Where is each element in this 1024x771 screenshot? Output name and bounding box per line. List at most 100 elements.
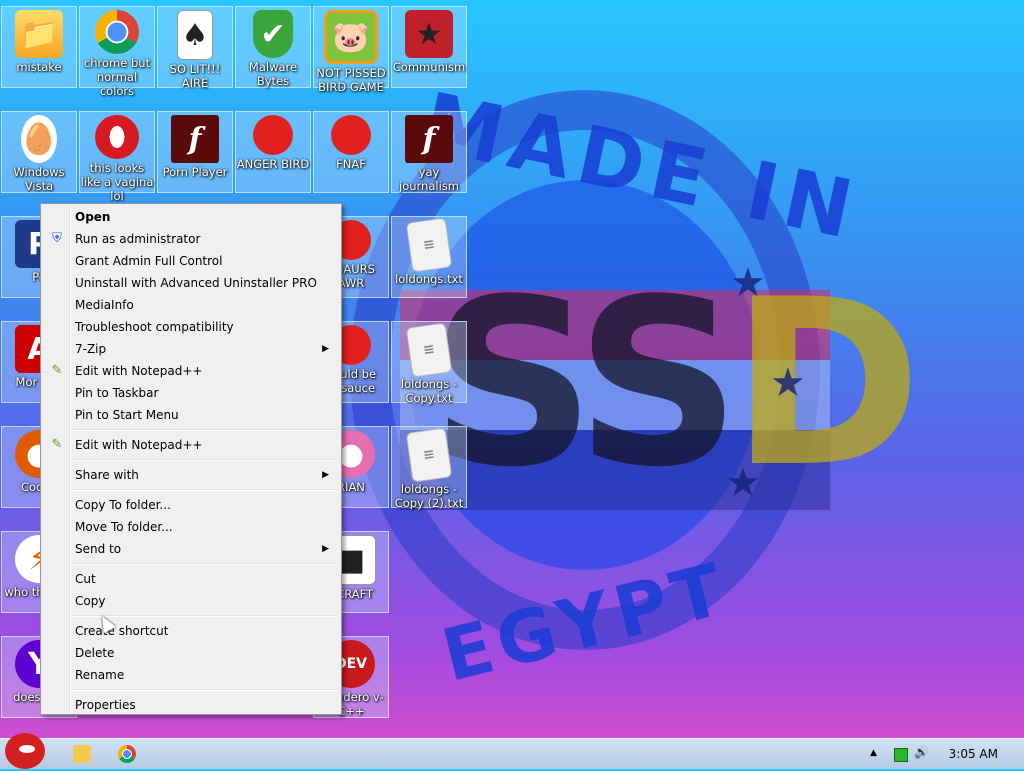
menu-separator (73, 429, 337, 431)
menu-item-label: 7-Zip (75, 342, 107, 356)
egg-icon: 🥚 (20, 115, 58, 163)
desktop-icon-windows-vista[interactable]: 🥚 Windows Vista (1, 111, 77, 193)
system-tray: ▲ 🔊 3:05 AM (854, 739, 1024, 769)
desktop-icon-label: loldongs.txt (395, 272, 463, 286)
taskbar-explorer-button[interactable] (70, 743, 94, 765)
menu-item-label: Move To folder... (75, 520, 173, 534)
desktop-icon-label: chrome but normal colors (83, 56, 151, 98)
flash-icon: f (405, 115, 453, 163)
network-icon[interactable] (894, 748, 908, 762)
menu-item-label: Cut (75, 572, 96, 586)
start-button[interactable] (2, 733, 48, 771)
angry-bird-start-icon (5, 733, 45, 769)
menu-separator (73, 459, 337, 461)
menu-item-7zip[interactable]: 7-Zip ▶ (43, 338, 339, 360)
notepad-icon: ✎ (51, 363, 63, 378)
menu-item-cut[interactable]: Cut (43, 568, 339, 590)
menu-item-run-as-admin[interactable]: ⛨ Run as administrator (43, 228, 339, 250)
taskbar-chrome-button[interactable] (115, 743, 139, 765)
menu-item-copy[interactable]: Copy (43, 590, 339, 612)
menu-item-label: Create shortcut (75, 624, 169, 638)
menu-item-delete[interactable]: Delete (43, 642, 339, 664)
menu-item-label: Uninstall with Advanced Uninstaller PRO (75, 276, 317, 290)
desktop-icon-label: Communism (392, 60, 466, 74)
desktop-icon-malwarebytes[interactable]: ✔ Malware Bytes (235, 6, 311, 88)
folder-icon: 📁 (15, 10, 63, 58)
menu-item-label: Copy (75, 594, 106, 608)
menu-item-edit-notepad[interactable]: ✎ Edit with Notepad++ (43, 360, 339, 382)
desktop-icon-opera[interactable]: this looks like a vagina lol (79, 111, 155, 203)
wallpaper-top-text: MADE IN (415, 74, 868, 259)
desktop-icon-anger-bird[interactable]: ANGER BIRD (235, 111, 311, 193)
menu-item-rename[interactable]: Rename (43, 664, 339, 686)
star-icon: ★ (725, 460, 761, 506)
desktop-icon-loldongs-copy-2[interactable]: ≡ loldongs - Copy (2).txt (391, 426, 467, 510)
text-file-icon: ≡ (405, 427, 453, 483)
menu-item-move-to-folder[interactable]: Move To folder... (43, 516, 339, 538)
menu-item-label: Properties (75, 698, 136, 712)
desktop-icon-loldongs[interactable]: ≡ loldongs.txt (391, 216, 467, 298)
desktop-icon-loldongs-copy[interactable]: ≡ loldongs - Copy.txt (391, 321, 467, 405)
star-icon: ★ (770, 360, 806, 406)
menu-item-edit-notepad-2[interactable]: ✎ Edit with Notepad++ (43, 434, 339, 456)
taskbar: ▲ 🔊 3:05 AM (0, 733, 1024, 769)
desktop-icon-label: Malware Bytes (248, 60, 298, 88)
context-menu: Open ⛨ Run as administrator Grant Admin F… (40, 203, 342, 715)
menu-item-properties[interactable]: Properties (43, 694, 339, 716)
menu-item-uninstall[interactable]: Uninstall with Advanced Uninstaller PRO (43, 272, 339, 294)
desktop-icon-label: this looks like a vagina lol (80, 161, 154, 203)
desktop-icon-label: FNAF (336, 157, 366, 171)
desktop-icon-label: loldongs - Copy.txt (400, 377, 458, 405)
desktop-icon-communism[interactable]: ★ Communism (391, 6, 467, 88)
wallpaper-bottom-text: EGYPT (434, 546, 737, 698)
menu-item-share-with[interactable]: Share with ▶ (43, 464, 339, 486)
menu-separator (73, 615, 337, 617)
angry-bird-icon (331, 115, 371, 155)
menu-item-label: Rename (75, 668, 125, 682)
desktop-icon-bird-game[interactable]: 🐷 NOT PISSED BIRD GAME (313, 6, 389, 94)
wallpaper-letter-d: D (730, 251, 922, 518)
clock[interactable]: 3:05 AM (949, 747, 998, 761)
menu-item-grant-admin[interactable]: Grant Admin Full Control (43, 250, 339, 272)
menu-item-mediainfo[interactable]: MediaInfo (43, 294, 339, 316)
opera-icon (95, 115, 139, 159)
menu-separator (73, 689, 337, 691)
menu-item-copy-to-folder[interactable]: Copy To folder... (43, 494, 339, 516)
menu-item-pin-start[interactable]: Pin to Start Menu (43, 404, 339, 426)
menu-item-label: Delete (75, 646, 115, 660)
menu-item-label: Share with (75, 468, 139, 482)
chrome-icon (118, 745, 136, 763)
flash-icon: f (171, 115, 219, 163)
menu-separator (73, 563, 337, 565)
shield-icon: ⛨ (52, 231, 62, 246)
wallpaper-letters: SSD (430, 270, 922, 500)
menu-item-send-to[interactable]: Send to ▶ (43, 538, 339, 560)
desktop-icon-yay-journalism[interactable]: f yay journalism (391, 111, 467, 193)
desktop-icon-solitaire[interactable]: ♠ SO LIT!!! AIRE (157, 6, 233, 90)
menu-item-label: Pin to Start Menu (75, 408, 179, 422)
menu-item-pin-taskbar[interactable]: Pin to Taskbar (43, 382, 339, 404)
menu-item-label: Edit with Notepad++ (75, 438, 203, 452)
menu-item-label: Pin to Taskbar (75, 386, 159, 400)
menu-item-label: Send to (75, 542, 122, 556)
folder-icon (73, 745, 91, 763)
menu-item-create-shortcut[interactable]: Create shortcut (43, 620, 339, 642)
menu-item-label: Grant Admin Full Control (75, 254, 223, 268)
volume-icon[interactable]: 🔊 (914, 745, 929, 759)
wallpaper-letters-ss: SS (430, 251, 741, 518)
desktop-icon-chrome[interactable]: chrome but normal colors (79, 6, 155, 98)
menu-item-troubleshoot[interactable]: Troubleshoot compatibility (43, 316, 339, 338)
menu-item-open[interactable]: Open (43, 206, 339, 228)
desktop-icon-label: mistake (16, 60, 62, 74)
desktop-icon-label: NOT PISSED BIRD GAME (316, 66, 386, 94)
desktop-icon-porn-player[interactable]: f Porn Player (157, 111, 233, 193)
desktop-icon-fnaf[interactable]: FNAF (313, 111, 389, 193)
star-icon: ★ (730, 260, 766, 306)
desktop-icon-label: Windows Vista (13, 165, 65, 193)
chrome-icon (95, 10, 139, 54)
desktop-icon-label: SO LIT!!! AIRE (169, 62, 221, 90)
menu-separator (73, 489, 337, 491)
tray-chevron-icon[interactable]: ▲ (870, 748, 877, 758)
desktop-icon-mistake[interactable]: 📁 mistake (1, 6, 77, 88)
pig-icon: 🐷 (324, 10, 378, 64)
